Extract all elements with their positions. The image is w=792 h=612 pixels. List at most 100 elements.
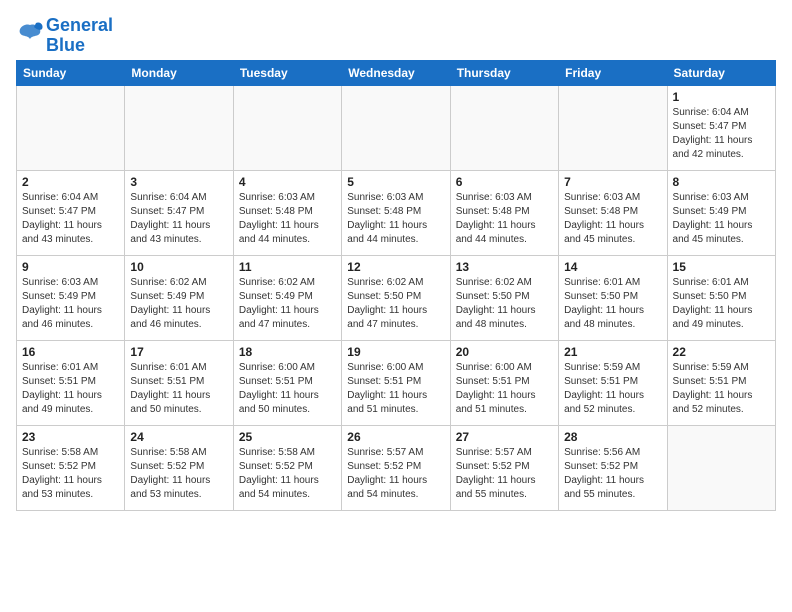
days-header-row: SundayMondayTuesdayWednesdayThursdayFrid… [17,60,776,85]
day-number: 4 [239,175,336,189]
calendar-cell: 22 Sunrise: 5:59 AM Sunset: 5:51 PM Dayli… [667,340,775,425]
day-header-sunday: Sunday [17,60,125,85]
week-row-5: 23 Sunrise: 5:58 AM Sunset: 5:52 PM Dayli… [17,425,776,510]
day-info: Sunrise: 6:00 AM Sunset: 5:51 PM Dayligh… [239,361,336,417]
calendar-cell: 3 Sunrise: 6:04 AM Sunset: 5:47 PM Daylig… [125,170,233,255]
day-header-friday: Friday [559,60,667,85]
day-number: 10 [130,260,227,274]
day-info: Sunrise: 6:03 AM Sunset: 5:48 PM Dayligh… [456,191,553,247]
logo-text: General Blue [46,16,113,56]
calendar-cell: 18 Sunrise: 6:00 AM Sunset: 5:51 PM Dayli… [233,340,341,425]
calendar-cell: 14Sunrise: 6:01 AM Sunset: 5:50 PM Dayli… [559,255,667,340]
calendar-cell: 12 Sunrise: 6:02 AM Sunset: 5:50 PM Dayli… [342,255,450,340]
day-info: Sunrise: 6:03 AM Sunset: 5:48 PM Dayligh… [239,191,336,247]
day-number: 3 [130,175,227,189]
day-info: Sunrise: 6:00 AM Sunset: 5:51 PM Dayligh… [456,361,553,417]
day-info: Sunrise: 5:57 AM Sunset: 5:52 PM Dayligh… [347,446,444,502]
day-info: Sunrise: 6:03 AM Sunset: 5:48 PM Dayligh… [347,191,444,247]
day-number: 21 [564,345,661,359]
calendar-cell: 7Sunrise: 6:03 AM Sunset: 5:48 PM Daylig… [559,170,667,255]
day-info: Sunrise: 6:02 AM Sunset: 5:50 PM Dayligh… [456,276,553,332]
calendar-table: SundayMondayTuesdayWednesdayThursdayFrid… [16,60,776,511]
day-number: 5 [347,175,444,189]
calendar-cell [667,425,775,510]
calendar-cell: 10 Sunrise: 6:02 AM Sunset: 5:49 PM Dayli… [125,255,233,340]
day-info: Sunrise: 5:58 AM Sunset: 5:52 PM Dayligh… [239,446,336,502]
calendar-cell: 21 Sunrise: 5:59 AM Sunset: 5:51 PM Dayli… [559,340,667,425]
day-number: 16 [22,345,119,359]
day-number: 7 [564,175,661,189]
calendar-cell: 24 Sunrise: 5:58 AM Sunset: 5:52 PM Dayli… [125,425,233,510]
day-info: Sunrise: 5:59 AM Sunset: 5:51 PM Dayligh… [673,361,770,417]
day-info: Sunrise: 6:04 AM Sunset: 5:47 PM Dayligh… [673,106,770,162]
day-header-wednesday: Wednesday [342,60,450,85]
calendar-cell: 13 Sunrise: 6:02 AM Sunset: 5:50 PM Dayli… [450,255,558,340]
calendar-cell: 4 Sunrise: 6:03 AM Sunset: 5:48 PM Daylig… [233,170,341,255]
calendar-cell: 19 Sunrise: 6:00 AM Sunset: 5:51 PM Dayli… [342,340,450,425]
calendar-cell [559,85,667,170]
calendar-cell [450,85,558,170]
day-info: Sunrise: 6:00 AM Sunset: 5:51 PM Dayligh… [347,361,444,417]
day-number: 12 [347,260,444,274]
week-row-1: 1 Sunrise: 6:04 AM Sunset: 5:47 PM Daylig… [17,85,776,170]
day-number: 1 [673,90,770,104]
calendar-cell [233,85,341,170]
day-info: Sunrise: 5:56 AM Sunset: 5:52 PM Dayligh… [564,446,661,502]
calendar-cell: 2Sunrise: 6:04 AM Sunset: 5:47 PM Daylig… [17,170,125,255]
day-number: 6 [456,175,553,189]
day-info: Sunrise: 6:01 AM Sunset: 5:50 PM Dayligh… [564,276,661,332]
day-header-thursday: Thursday [450,60,558,85]
day-number: 25 [239,430,336,444]
calendar-cell: 17Sunrise: 6:01 AM Sunset: 5:51 PM Dayli… [125,340,233,425]
day-number: 18 [239,345,336,359]
day-number: 28 [564,430,661,444]
day-number: 20 [456,345,553,359]
day-number: 22 [673,345,770,359]
calendar-cell: 27Sunrise: 5:57 AM Sunset: 5:52 PM Dayli… [450,425,558,510]
day-header-saturday: Saturday [667,60,775,85]
week-row-4: 16 Sunrise: 6:01 AM Sunset: 5:51 PM Dayli… [17,340,776,425]
day-header-tuesday: Tuesday [233,60,341,85]
logo: General Blue [16,16,113,56]
calendar-cell: 11 Sunrise: 6:02 AM Sunset: 5:49 PM Dayli… [233,255,341,340]
day-number: 9 [22,260,119,274]
calendar-cell: 5 Sunrise: 6:03 AM Sunset: 5:48 PM Daylig… [342,170,450,255]
calendar-cell: 20 Sunrise: 6:00 AM Sunset: 5:51 PM Dayli… [450,340,558,425]
calendar-cell [17,85,125,170]
day-number: 24 [130,430,227,444]
day-header-monday: Monday [125,60,233,85]
calendar-cell [342,85,450,170]
day-number: 19 [347,345,444,359]
calendar-cell: 1 Sunrise: 6:04 AM Sunset: 5:47 PM Daylig… [667,85,775,170]
day-number: 8 [673,175,770,189]
calendar-cell: 25 Sunrise: 5:58 AM Sunset: 5:52 PM Dayli… [233,425,341,510]
day-number: 15 [673,260,770,274]
calendar-cell: 23Sunrise: 5:58 AM Sunset: 5:52 PM Dayli… [17,425,125,510]
calendar-cell: 9 Sunrise: 6:03 AM Sunset: 5:49 PM Daylig… [17,255,125,340]
day-number: 13 [456,260,553,274]
day-info: Sunrise: 6:01 AM Sunset: 5:51 PM Dayligh… [22,361,119,417]
day-number: 26 [347,430,444,444]
calendar-cell: 28 Sunrise: 5:56 AM Sunset: 5:52 PM Dayli… [559,425,667,510]
day-info: Sunrise: 5:58 AM Sunset: 5:52 PM Dayligh… [130,446,227,502]
week-row-3: 9 Sunrise: 6:03 AM Sunset: 5:49 PM Daylig… [17,255,776,340]
logo-bird-icon [16,21,44,45]
day-info: Sunrise: 5:59 AM Sunset: 5:51 PM Dayligh… [564,361,661,417]
calendar-cell: 6 Sunrise: 6:03 AM Sunset: 5:48 PM Daylig… [450,170,558,255]
calendar-cell: 15Sunrise: 6:01 AM Sunset: 5:50 PM Dayli… [667,255,775,340]
calendar-cell: 8Sunrise: 6:03 AM Sunset: 5:49 PM Daylig… [667,170,775,255]
day-info: Sunrise: 6:03 AM Sunset: 5:49 PM Dayligh… [22,276,119,332]
day-info: Sunrise: 5:57 AM Sunset: 5:52 PM Dayligh… [456,446,553,502]
day-number: 11 [239,260,336,274]
day-info: Sunrise: 6:02 AM Sunset: 5:50 PM Dayligh… [347,276,444,332]
day-info: Sunrise: 6:02 AM Sunset: 5:49 PM Dayligh… [239,276,336,332]
day-info: Sunrise: 6:04 AM Sunset: 5:47 PM Dayligh… [22,191,119,247]
day-info: Sunrise: 6:01 AM Sunset: 5:51 PM Dayligh… [130,361,227,417]
calendar-cell: 16 Sunrise: 6:01 AM Sunset: 5:51 PM Dayli… [17,340,125,425]
day-info: Sunrise: 6:02 AM Sunset: 5:49 PM Dayligh… [130,276,227,332]
page-header: General Blue [16,16,776,56]
calendar-cell [125,85,233,170]
week-row-2: 2Sunrise: 6:04 AM Sunset: 5:47 PM Daylig… [17,170,776,255]
day-number: 23 [22,430,119,444]
day-info: Sunrise: 6:04 AM Sunset: 5:47 PM Dayligh… [130,191,227,247]
